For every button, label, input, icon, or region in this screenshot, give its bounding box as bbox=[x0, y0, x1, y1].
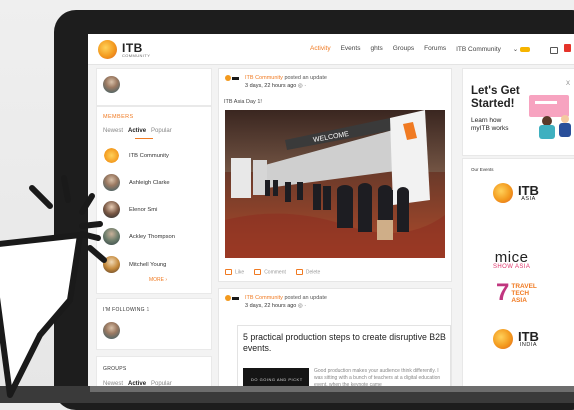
activity-post: ITB Community posted an update 3 days, 2… bbox=[218, 68, 452, 282]
post-action: posted an update bbox=[284, 75, 327, 81]
event-sub: SHOW ASIA bbox=[493, 264, 531, 270]
shared-article-card[interactable]: 5 practical production steps to create d… bbox=[237, 325, 451, 387]
close-icon[interactable]: X bbox=[566, 81, 570, 87]
travel-tech-seven-icon: 7 bbox=[496, 279, 510, 306]
post-author[interactable]: ITB Community bbox=[245, 75, 283, 81]
click-cursor-icon bbox=[0, 175, 107, 398]
post-actions: Like Comment Delete bbox=[225, 269, 320, 275]
article-title[interactable]: 5 practical production steps to create d… bbox=[243, 332, 448, 354]
event-name: TRAVEL TECH ASIA bbox=[511, 282, 537, 304]
event-sub: INDIA bbox=[519, 341, 538, 348]
itb-logo-icon bbox=[493, 329, 513, 349]
event-travel-tech-asia[interactable]: 7 TRAVEL TECH ASIA bbox=[496, 281, 545, 305]
events-title: Our Events bbox=[471, 167, 494, 172]
nav-itb-community-dropdown[interactable]: ITB Community ⌄ bbox=[456, 45, 540, 53]
comment-button[interactable]: Comment bbox=[254, 269, 286, 275]
nav-forums[interactable]: Forums bbox=[424, 45, 446, 53]
nav-events[interactable]: Events bbox=[341, 45, 361, 53]
browser-screen: ITB COMMUNITY Activity Events ghts Group… bbox=[88, 34, 574, 387]
nav-activity[interactable]: Activity bbox=[310, 45, 331, 53]
nav-links: Activity Events ghts Groups Forums ITB C… bbox=[310, 45, 550, 53]
globe-icon: ◎ bbox=[297, 303, 303, 309]
post-caption: ITB Asia Day 1! bbox=[224, 99, 262, 105]
itb-mini-logo-icon bbox=[225, 74, 239, 83]
shopping-bag-icon[interactable] bbox=[564, 44, 571, 52]
like-button[interactable]: Like bbox=[225, 269, 244, 275]
event-photo-illustration: WELCOME bbox=[225, 110, 445, 258]
event-itb-india[interactable]: ITB INDIA bbox=[493, 329, 539, 349]
lock-icon[interactable] bbox=[550, 47, 558, 54]
article-excerpt: Good production makes your audience thin… bbox=[314, 368, 441, 387]
post-author[interactable]: ITB Community bbox=[245, 295, 283, 301]
activity-post: ITB Community posted an update 3 days, 2… bbox=[218, 288, 452, 387]
event-mice-show-asia[interactable]: mice SHOW ASIA bbox=[493, 249, 530, 270]
itb-mini-logo-icon bbox=[225, 294, 239, 303]
event-itb-asia[interactable]: ITB ASIA bbox=[493, 183, 539, 203]
nav-insights[interactable]: ghts bbox=[370, 45, 382, 53]
nav-groups[interactable]: Groups bbox=[393, 45, 414, 53]
get-started-subtitle: Learn how myITB works bbox=[471, 117, 509, 132]
thumbnail-text: DO GOING AND PICKT bbox=[251, 377, 303, 382]
our-events-widget: Our Events ITB ASIA mice SHOW ASIA 7 TRAV… bbox=[462, 158, 574, 387]
post-time: 3 days, 22 hours ago bbox=[245, 83, 297, 89]
delete-button[interactable]: Delete bbox=[296, 269, 320, 275]
event-name: ITB bbox=[518, 328, 539, 344]
globe-icon: ◎ bbox=[297, 83, 303, 89]
itb-logo-icon bbox=[493, 183, 513, 203]
event-photo[interactable]: WELCOME bbox=[225, 110, 445, 258]
post-time: 3 days, 22 hours ago bbox=[245, 303, 297, 309]
article-thumbnail[interactable]: DO GOING AND PICKT bbox=[243, 368, 309, 387]
top-navbar: ITB COMMUNITY Activity Events ghts Group… bbox=[88, 34, 574, 65]
get-started-title: Let's Get Started! bbox=[471, 85, 520, 110]
get-started-widget[interactable]: X Let's Get Started! Learn how myITB works bbox=[462, 68, 574, 156]
community-badge-icon bbox=[520, 46, 531, 52]
laptop-hinge bbox=[90, 386, 574, 392]
get-started-illustration bbox=[529, 95, 571, 139]
event-name: ITB bbox=[518, 182, 539, 198]
post-action: posted an update bbox=[284, 295, 327, 301]
members-more-link[interactable]: MORE › bbox=[149, 277, 167, 283]
members-tab-popular[interactable]: Popular bbox=[151, 128, 172, 134]
